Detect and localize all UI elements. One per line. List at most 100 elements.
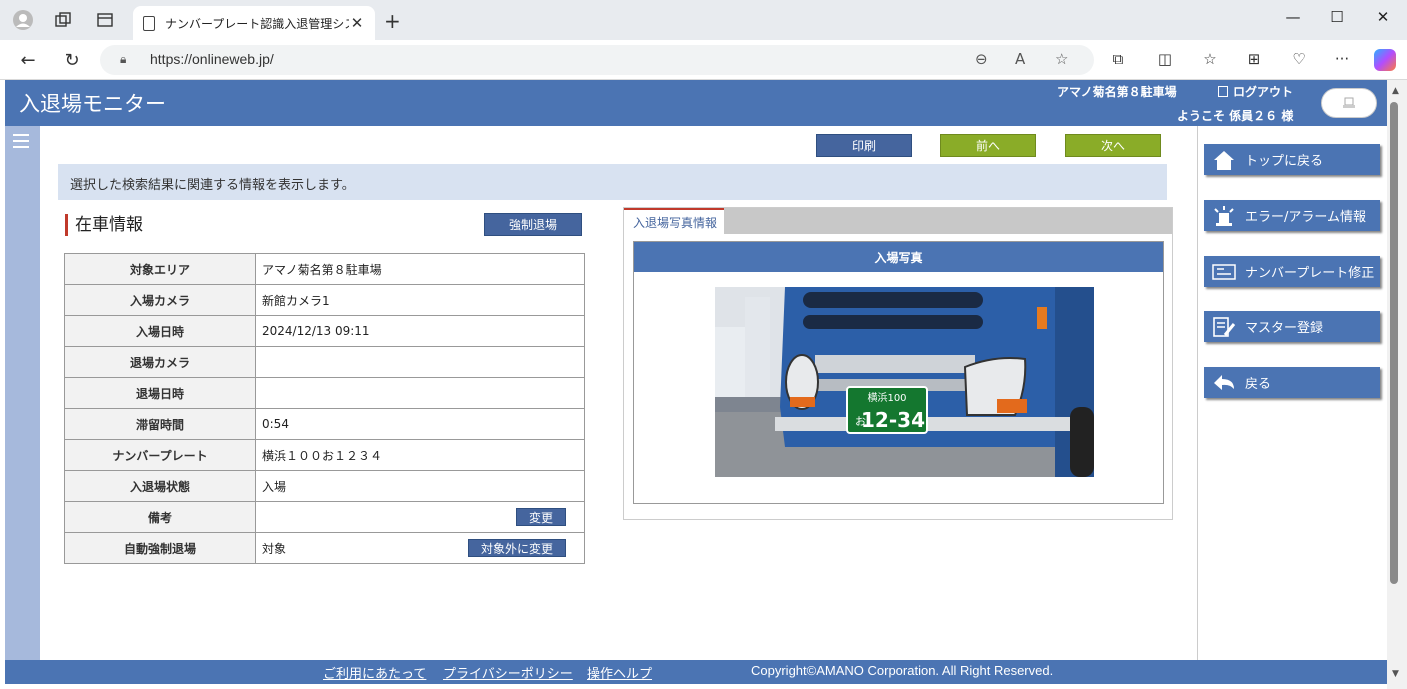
alarm-icon xyxy=(1210,204,1238,228)
app: 入退場モニター アマノ菊名第８駐車場 ログアウト ようこそ 係員２６ 様 印刷 … xyxy=(5,80,1387,689)
scroll-up-icon[interactable]: ▲ xyxy=(1392,86,1399,96)
table-row: 自動強制退場 対象 対象外に変更 xyxy=(64,532,585,564)
plate-icon xyxy=(1210,260,1238,284)
top-button[interactable]: トップに戻る xyxy=(1204,144,1380,175)
row-value: 0:54 xyxy=(255,408,585,440)
table-row: 退場カメラ xyxy=(64,346,585,378)
row-value: 新館カメラ1 xyxy=(255,284,585,316)
row-value: 横浜１００お１２３４ xyxy=(255,439,585,471)
table-row: 滞留時間 0:54 xyxy=(64,408,585,440)
row-label: 滞留時間 xyxy=(64,408,256,440)
error-alarm-button[interactable]: エラー/アラーム情報 xyxy=(1204,200,1380,231)
row-value xyxy=(255,377,585,409)
footer: ご利用にあたって プライバシーポリシー 操作ヘルプ Copyright©AMAN… xyxy=(5,660,1387,684)
favorites-icon[interactable]: ☆ xyxy=(1199,50,1221,68)
page-icon xyxy=(143,15,155,31)
side-button-label: トップに戻る xyxy=(1245,154,1324,169)
back-arrow-icon[interactable]: ← xyxy=(16,48,40,72)
plate-top-text: 横浜100 xyxy=(867,391,906,404)
browser-tab-bar: ナンバープレート認識入退管理システム ✕ + — ☐ ✕ xyxy=(0,0,1407,40)
side-button-label: 戻る xyxy=(1245,377,1272,392)
entry-photo-header: 入場写真 xyxy=(634,242,1163,272)
side-button-label: エラー/アラーム情報 xyxy=(1245,210,1366,225)
row-value: 対象 xyxy=(262,541,287,556)
collections-icon[interactable]: ⊞ xyxy=(1243,50,1265,68)
profile-icon[interactable] xyxy=(12,9,34,31)
table-row: 退場日時 xyxy=(64,377,585,409)
page-title: 入退場モニター xyxy=(19,92,166,116)
favorite-star-icon[interactable]: ☆ xyxy=(1055,50,1068,68)
change-exclude-button[interactable]: 対象外に変更 xyxy=(468,539,566,557)
new-tab-icon[interactable]: + xyxy=(384,9,401,33)
terms-link[interactable]: ご利用にあたって xyxy=(323,663,426,682)
row-label: 対象エリア xyxy=(64,253,256,285)
home-icon xyxy=(1210,148,1238,172)
force-exit-button[interactable]: 強制退場 xyxy=(484,213,582,236)
row-value: 入場 xyxy=(255,470,585,502)
tab-title: ナンバープレート認識入退管理システム xyxy=(165,16,349,31)
hamburger-icon[interactable] xyxy=(13,134,29,148)
tab-close-icon[interactable]: ✕ xyxy=(349,14,365,32)
url-text: https://onlineweb.jp/ xyxy=(150,51,274,67)
row-label: 自動強制退場 xyxy=(64,532,256,564)
facility-name: アマノ菊名第８駐車場 xyxy=(1057,85,1177,99)
refresh-icon[interactable]: ↻ xyxy=(60,48,84,72)
auto-exit-cell: 対象 対象外に変更 xyxy=(255,532,585,564)
back-button[interactable]: 戻る xyxy=(1204,367,1380,398)
row-value xyxy=(255,346,585,378)
split-screen-icon[interactable]: ◫ xyxy=(1154,50,1176,68)
tab-entry-exit-photo[interactable]: 入退場写真情報 xyxy=(624,208,724,234)
help-link[interactable]: 操作ヘルプ xyxy=(587,663,652,682)
copilot-icon[interactable] xyxy=(1374,49,1396,71)
table-row: 備考 変更 xyxy=(64,501,585,533)
side-button-label: ナンバープレート修正 xyxy=(1245,266,1375,281)
address-bar[interactable]: 🔒︎ https://onlineweb.jp/ ⊖ A ☆ xyxy=(100,45,1094,75)
info-message: 選択した検索結果に関連する情報を表示します。 xyxy=(58,164,1167,200)
browser-essentials-icon[interactable]: ♡ xyxy=(1288,50,1310,68)
table-row: 対象エリア アマノ菊名第８駐車場 xyxy=(64,253,585,285)
print-button[interactable]: 印刷 xyxy=(816,134,912,157)
plate-edit-button[interactable]: ナンバープレート修正 xyxy=(1204,256,1380,287)
row-label: 入退場状態 xyxy=(64,470,256,502)
privacy-link[interactable]: プライバシーポリシー xyxy=(443,663,573,682)
read-aloud-icon[interactable]: A xyxy=(1015,50,1025,68)
logout-link[interactable]: ログアウト xyxy=(1218,83,1293,100)
row-label: ナンバープレート xyxy=(64,439,256,471)
scroll-down-icon[interactable]: ▼ xyxy=(1392,669,1399,679)
table-row: 入場日時 2024/12/13 09:11 xyxy=(64,315,585,347)
scroll-thumb[interactable] xyxy=(1390,102,1398,584)
tab-actions-icon[interactable] xyxy=(94,9,116,31)
window-close-icon[interactable]: ✕ xyxy=(1368,8,1398,26)
minimize-icon[interactable]: — xyxy=(1278,8,1308,26)
prev-button[interactable]: 前へ xyxy=(940,134,1036,157)
more-menu-icon[interactable]: ··· xyxy=(1331,50,1353,68)
maximize-icon[interactable]: ☐ xyxy=(1322,8,1352,26)
table-row: ナンバープレート 横浜１００お１２３４ xyxy=(64,439,585,471)
row-label: 退場カメラ xyxy=(64,346,256,378)
table-row: 入場カメラ 新館カメラ1 xyxy=(64,284,585,316)
logout-icon xyxy=(1218,86,1228,97)
workspaces-icon[interactable] xyxy=(52,9,74,31)
browser-toolbar: ← ↻ 🔒︎ https://onlineweb.jp/ ⊖ A ☆ ⧉ ◫ ☆… xyxy=(0,40,1407,80)
side-button-label: マスター登録 xyxy=(1245,321,1324,336)
next-button[interactable]: 次へ xyxy=(1065,134,1161,157)
change-remarks-button[interactable]: 変更 xyxy=(516,508,566,526)
user-avatar-button[interactable] xyxy=(1321,88,1377,118)
row-value: 2024/12/13 09:11 xyxy=(255,315,585,347)
copyright-text: Copyright©AMANO Corporation. All Right R… xyxy=(751,663,1054,678)
photo-panel: 入退場写真情報 入場写真 横浜100 お 12-34 xyxy=(623,207,1173,520)
side-menu: トップに戻る エラー/アラーム情報 ナンバープレート修正 マスター登録 戻る xyxy=(1197,126,1387,660)
zoom-icon[interactable]: ⊖ xyxy=(975,50,988,68)
entry-photo-box: 入場写真 横浜100 お 12-34 xyxy=(633,241,1164,504)
row-label: 備考 xyxy=(64,501,256,533)
app-header: 入退場モニター アマノ菊名第８駐車場 ログアウト ようこそ 係員２６ 様 xyxy=(5,80,1387,126)
row-value: アマノ菊名第８駐車場 xyxy=(255,253,585,285)
section-title: 在車情報 xyxy=(65,214,143,236)
row-label: 入場カメラ xyxy=(64,284,256,316)
master-registration-button[interactable]: マスター登録 xyxy=(1204,311,1380,342)
extensions-icon[interactable]: ⧉ xyxy=(1107,50,1129,68)
browser-tab[interactable]: ナンバープレート認識入退管理システム ✕ xyxy=(133,6,375,40)
page-scrollbar[interactable]: ▲ ▼ xyxy=(1387,80,1407,689)
plate-number-text: 12-34 xyxy=(861,408,925,432)
back-icon xyxy=(1210,371,1238,395)
